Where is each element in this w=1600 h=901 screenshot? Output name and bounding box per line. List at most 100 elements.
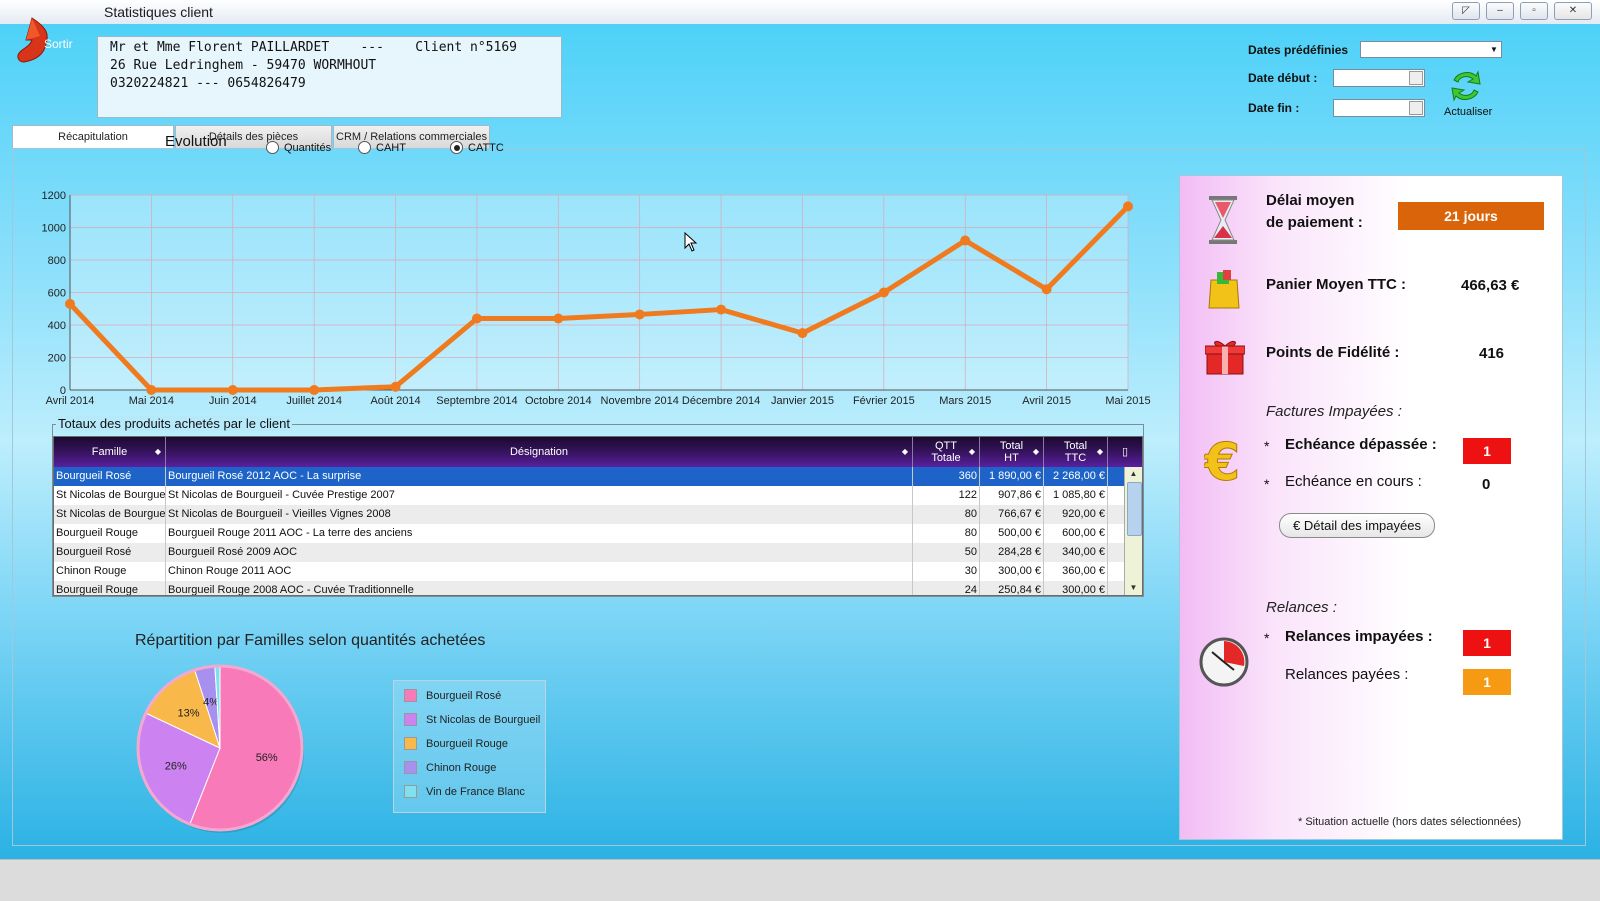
x-tick-label: Avril 2014 [46, 395, 95, 407]
panier-value: 466,63 € [1461, 277, 1520, 294]
table-cell: Chinon Rouge 2011 AOC [166, 562, 913, 581]
table-cell: Bourgueil Rosé 2009 AOC [166, 543, 913, 562]
radio-quantites[interactable]: Quantités [266, 141, 331, 154]
sort-icon[interactable]: ◆ [902, 446, 908, 458]
x-tick-label: Mai 2014 [129, 395, 174, 407]
x-tick-label: Février 2015 [853, 395, 915, 407]
legend-swatch [404, 785, 417, 798]
relances-title: Relances : [1266, 599, 1337, 616]
table-cell: St Nicolas de Bourgueil [54, 505, 166, 524]
tab-recapitulation[interactable]: Récapitulation [12, 125, 174, 149]
table-cell: Chinon Rouge [54, 562, 166, 581]
pie-slice-label: 56% [256, 752, 278, 764]
table-row[interactable]: Chinon Rouge Chinon Rouge 2011 AOC 30 300,0… [54, 562, 1124, 581]
scroll-thumb[interactable] [1127, 482, 1142, 536]
x-tick-label: Janvier 2015 [771, 395, 834, 407]
table-row[interactable]: Bourgueil Rosé Bourgueil Rosé 2012 AOC - … [54, 467, 1124, 486]
window-controls: ◸ – ▫ ✕ [1452, 2, 1592, 20]
resize-icon[interactable]: ◸ [1452, 2, 1480, 20]
table-cell: Bourgueil Rouge 2008 AOC - Cuvée Traditi… [166, 581, 913, 595]
close-button[interactable]: ✕ [1554, 2, 1592, 20]
pie-legend-item: St Nicolas de Bourgueil [404, 713, 540, 726]
data-point [1123, 201, 1133, 212]
sort-icon[interactable]: ◆ [969, 446, 975, 458]
table-cell: 360 [913, 467, 980, 486]
calendar-icon[interactable] [1409, 101, 1423, 115]
tab-bar: Récapitulation Détails des pièces CRM / … [12, 125, 491, 149]
evolution-title: Evolution [165, 133, 227, 150]
window-title: Statistiques client [104, 4, 213, 20]
table-row[interactable]: St Nicolas de Bourgueil St Nicolas de Bou… [54, 505, 1124, 524]
table-cell: 920,00 € [1044, 505, 1108, 524]
echeance-depassee-value: 1 [1463, 438, 1511, 464]
maximize-button[interactable]: ▫ [1520, 2, 1548, 20]
y-tick-label: 1000 [42, 223, 66, 235]
chevron-down-icon[interactable]: ▼ [1487, 42, 1501, 57]
table-cell: 50 [913, 543, 980, 562]
x-tick-label: Août 2014 [370, 395, 420, 407]
table-row[interactable]: Bourgueil Rosé Bourgueil Rosé 2009 AOC 50 2… [54, 543, 1124, 562]
col-famille[interactable]: Famille ◆ [54, 437, 166, 467]
legend-swatch [404, 761, 417, 774]
actualiser-button[interactable] [1448, 68, 1484, 111]
col-total-ttc[interactable]: Total TTC ◆ [1044, 437, 1108, 467]
data-point [309, 385, 320, 395]
radio-caht[interactable]: CAHT [358, 141, 406, 154]
scroll-up-icon[interactable]: ▲ [1125, 467, 1142, 481]
table-cell: 500,00 € [980, 524, 1044, 543]
legend-label: Bourgueil Rouge [426, 737, 508, 750]
dates-predefinies-select[interactable]: ▼ [1360, 41, 1502, 58]
data-point [471, 313, 482, 324]
echeance-cours-value: 0 [1482, 476, 1491, 493]
refresh-icon [1451, 70, 1481, 102]
legend-swatch [404, 737, 417, 750]
x-tick-label: Mars 2015 [939, 395, 991, 407]
table-scrollbar[interactable]: ▲ ▼ [1124, 467, 1142, 595]
date-fin-input[interactable] [1333, 99, 1425, 117]
relances-payees-label: Relances payées : [1285, 666, 1409, 683]
x-tick-label: Octobre 2014 [525, 395, 592, 407]
table-cell: 1 085,80 € [1044, 486, 1108, 505]
col-qtt-totale[interactable]: QTT Totale ◆ [913, 437, 980, 467]
totaux-legend: Totaux des produits achetés par le clien… [56, 416, 292, 431]
data-point [716, 304, 727, 315]
x-tick-label: Juin 2014 [209, 395, 257, 407]
bullet-star: * [1264, 630, 1270, 646]
minimize-button[interactable]: – [1486, 2, 1514, 20]
echeance-depassee-label: Echéance dépassée : [1285, 436, 1437, 453]
table-cell: Bourgueil Rouge 2011 AOC - La terre des … [166, 524, 913, 543]
detail-impayees-button[interactable]: € Détail des impayées [1279, 513, 1435, 538]
relances-payees-value: 1 [1463, 669, 1511, 695]
radio-quantites-dot[interactable] [266, 141, 279, 154]
x-tick-label: Mai 2015 [1105, 395, 1150, 407]
relances-impayees-value: 1 [1463, 630, 1511, 656]
legend-label: Vin de France Blanc [426, 785, 525, 798]
mouse-cursor-icon [684, 232, 698, 252]
radio-cattc-dot[interactable] [450, 141, 463, 154]
bullet-star: * [1264, 438, 1270, 454]
pie-slice-label: 26% [165, 761, 187, 773]
sort-icon[interactable]: ◆ [155, 446, 161, 458]
calendar-icon[interactable] [1409, 71, 1423, 85]
table-row[interactable]: Bourgueil Rouge Bourgueil Rouge 2008 AOC … [54, 581, 1124, 595]
table-row[interactable]: Bourgueil Rouge Bourgueil Rouge 2011 AOC … [54, 524, 1124, 543]
col-designation[interactable]: Désignation ◆ [166, 437, 913, 467]
col-total-ht[interactable]: Total HT ◆ [980, 437, 1044, 467]
shopping-bag-icon [1208, 270, 1240, 309]
pie-slice-label: 13% [178, 707, 200, 719]
table-cell: 907,86 € [980, 486, 1044, 505]
familles-pie-chart: 56%26%13%4% [136, 664, 304, 833]
sort-icon[interactable]: ◆ [1097, 446, 1103, 458]
sort-icon[interactable]: ◆ [1033, 446, 1039, 458]
data-point [1041, 284, 1052, 295]
scroll-down-icon[interactable]: ▼ [1125, 581, 1142, 595]
column-chooser-icon[interactable]: ▯ [1108, 437, 1142, 467]
table-cell: Bourgueil Rosé 2012 AOC - La surprise [166, 467, 913, 486]
legend-swatch [404, 689, 417, 702]
y-tick-label: 800 [48, 255, 66, 267]
table-row[interactable]: St Nicolas de Bourgueil St Nicolas de Bou… [54, 486, 1124, 505]
date-debut-input[interactable] [1333, 69, 1425, 87]
points-label: Points de Fidélité : [1266, 344, 1400, 361]
radio-caht-dot[interactable] [358, 141, 371, 154]
radio-cattc[interactable]: CATTC [450, 141, 504, 154]
